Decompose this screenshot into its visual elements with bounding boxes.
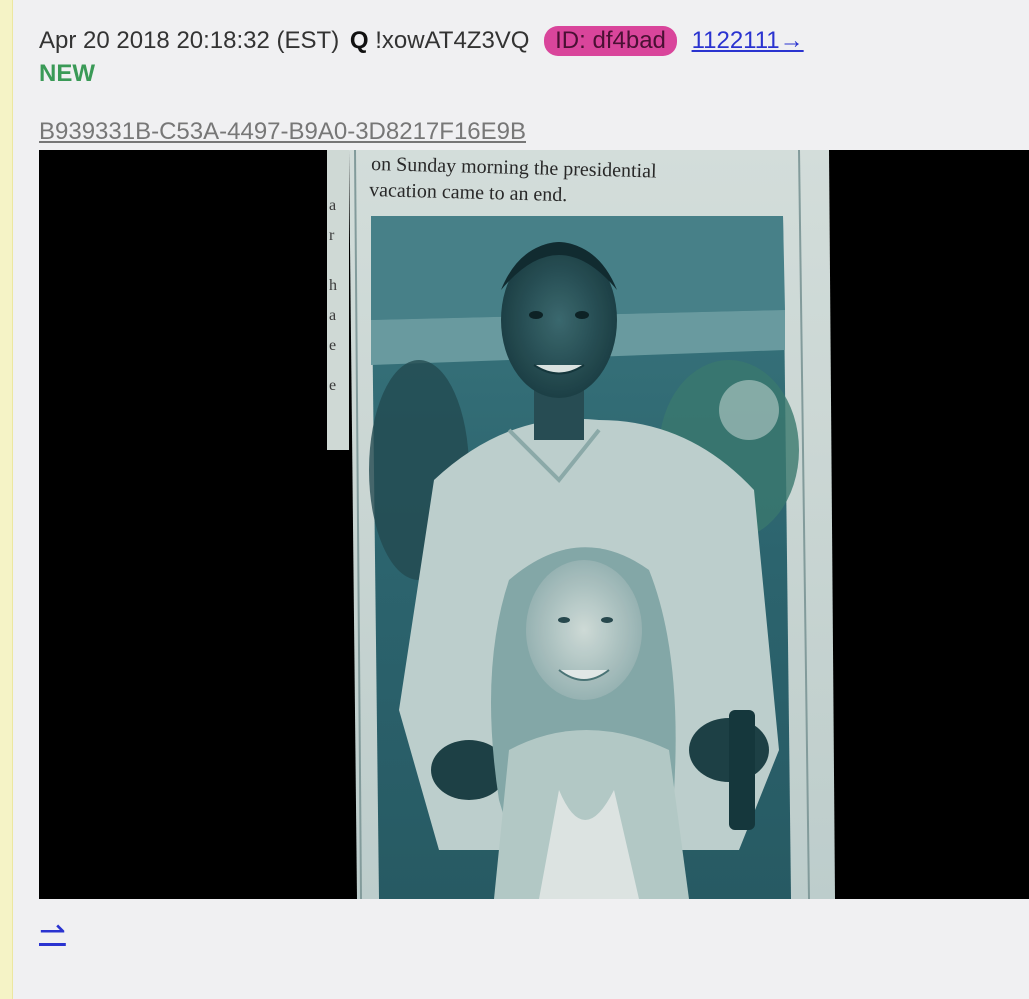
- file-name-link[interactable]: B939331B-C53A-4497-B9A0-3D8217F16E9B: [39, 118, 526, 146]
- svg-text:e: e: [329, 377, 336, 394]
- svg-text:a: a: [329, 307, 336, 324]
- post-date: Apr 20 2018 20:18:32 (EST): [39, 27, 340, 54]
- post-author: Q: [349, 27, 369, 54]
- post-container: Apr 20 2018 20:18:32 (EST) Q !xowAT4Z3VQ…: [13, 0, 1029, 999]
- svg-text:e: e: [329, 337, 336, 354]
- post-number-link[interactable]: 1122111→: [692, 27, 804, 54]
- post-tripcode: !xowAT4Z3VQ: [375, 27, 530, 54]
- post-header: Apr 20 2018 20:18:32 (EST) Q !xowAT4Z3VQ…: [39, 26, 804, 56]
- newspaper-clipping-image: a r h a e e on Sunday morning the presid…: [39, 150, 1029, 899]
- post-left-border: [0, 0, 13, 999]
- svg-text:r: r: [329, 227, 335, 244]
- backlink-arrow[interactable]: ⇀: [39, 914, 66, 946]
- svg-text:a: a: [329, 197, 336, 214]
- poster-id-badge[interactable]: ID: df4bad: [544, 26, 677, 56]
- new-tag: NEW: [39, 60, 95, 87]
- post-image[interactable]: a r h a e e on Sunday morning the presid…: [39, 150, 1029, 899]
- page: Apr 20 2018 20:18:32 (EST) Q !xowAT4Z3VQ…: [0, 0, 1029, 999]
- svg-text:h: h: [329, 277, 337, 294]
